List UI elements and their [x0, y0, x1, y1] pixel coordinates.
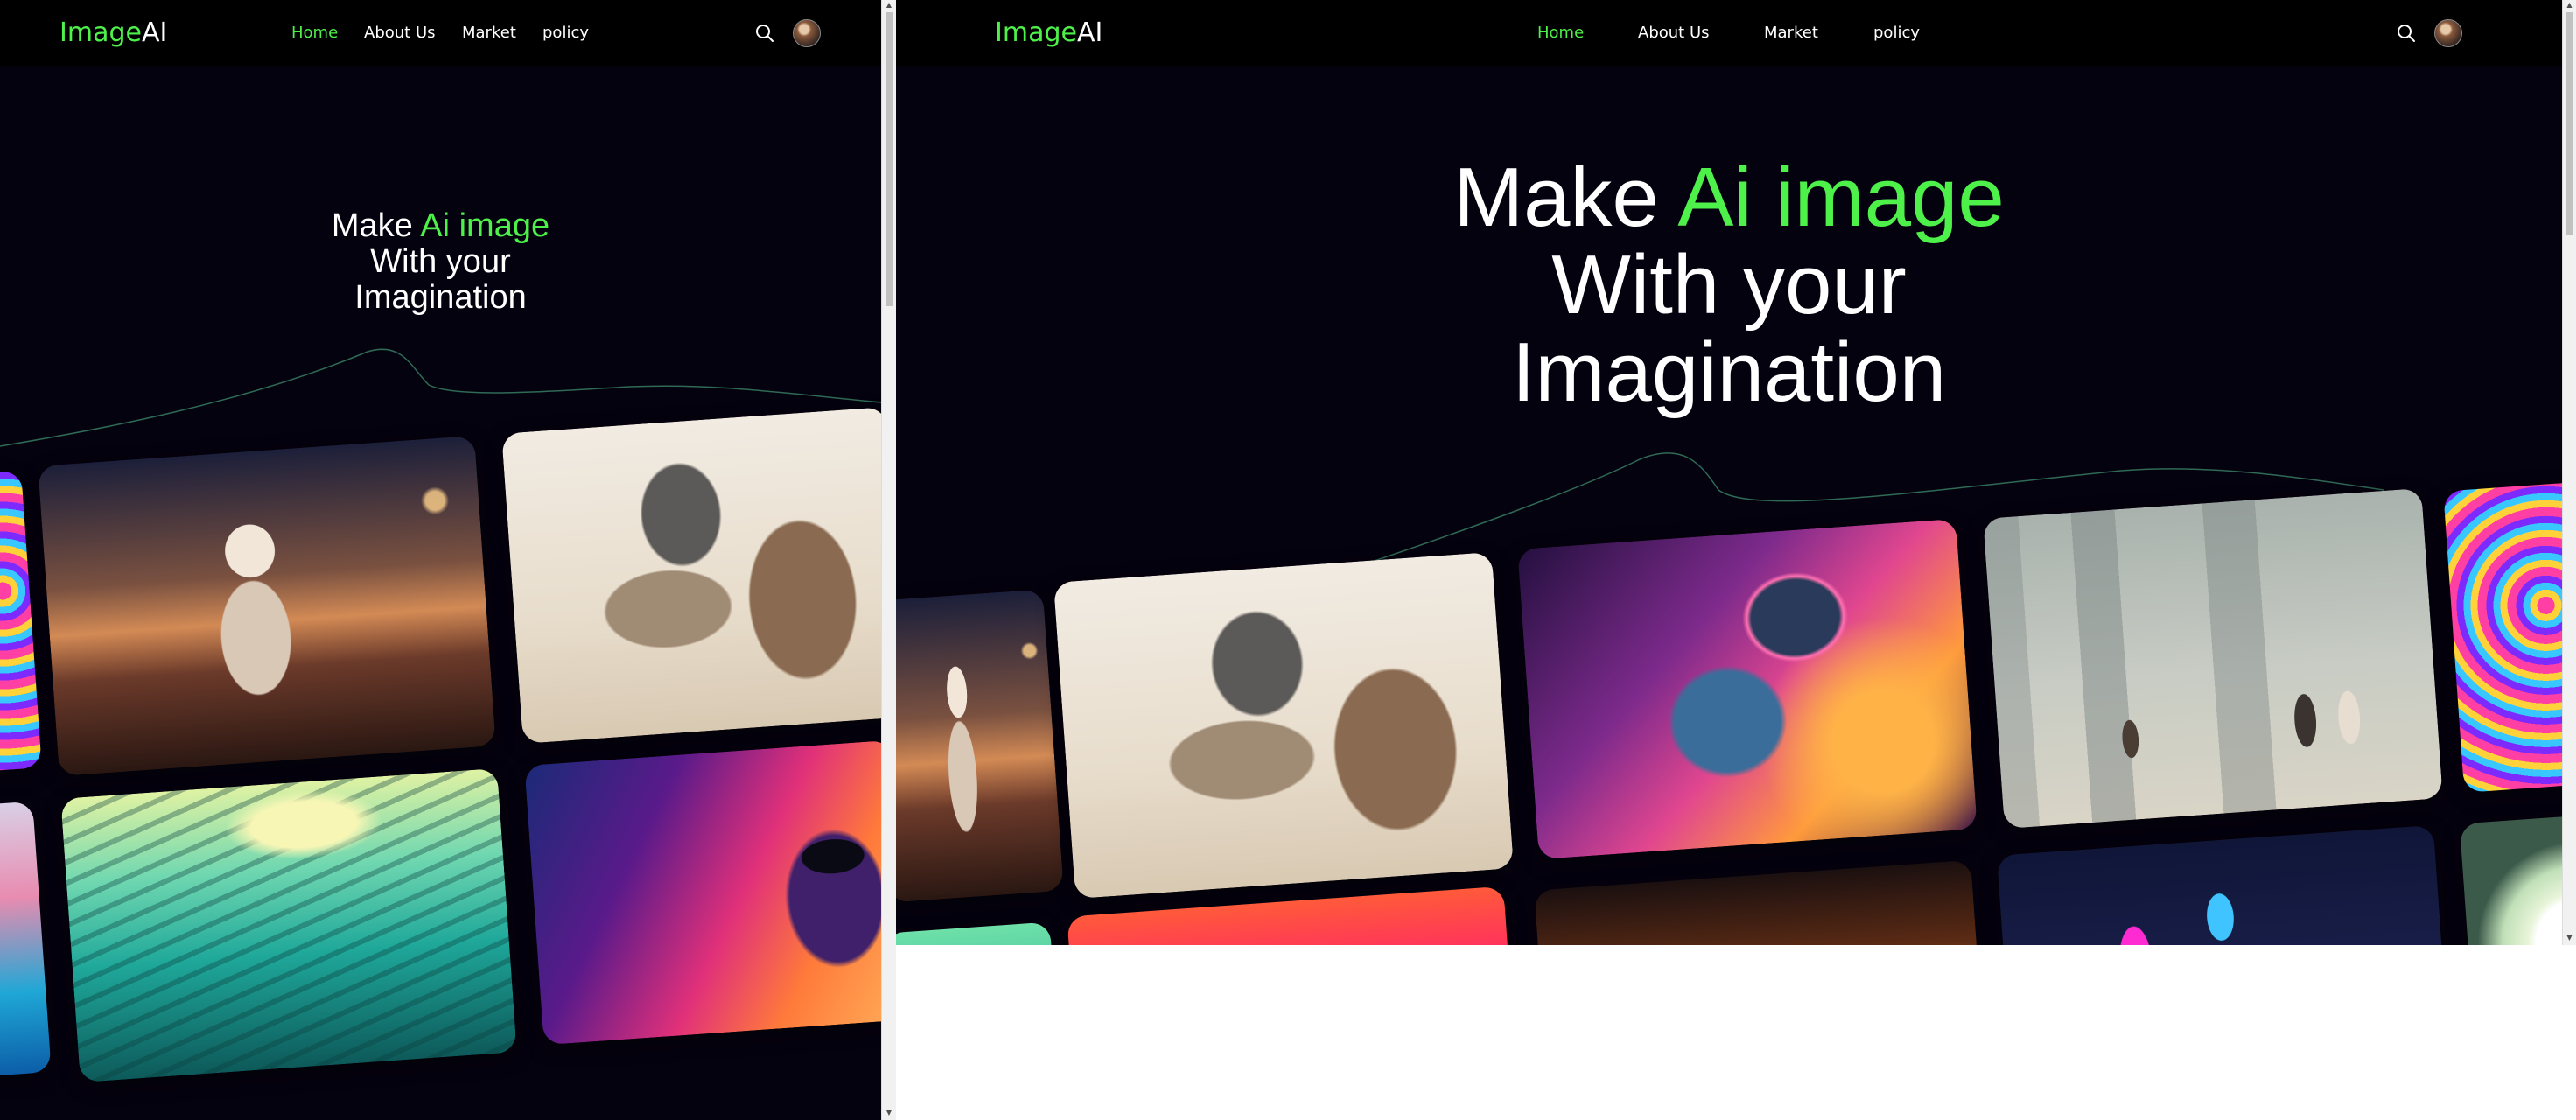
hero-line-3: Imagination [354, 279, 527, 316]
hero-line-1: Make Ai image [896, 154, 2562, 242]
user-avatar[interactable] [2434, 19, 2462, 47]
left-scroll-thumb[interactable] [886, 12, 893, 306]
nav-market[interactable]: Market [1764, 24, 1818, 42]
hero-make: Make [1453, 150, 1678, 244]
navbar: ImageAI Home About Us Market policy [896, 0, 2562, 66]
nav-about-us[interactable]: About Us [1638, 24, 1710, 42]
hero-accent: Ai image [420, 207, 550, 244]
gallery-image-swirl[interactable] [0, 470, 42, 773]
brand-logo-ai: AI [141, 18, 168, 48]
nav-home[interactable]: Home [1537, 24, 1584, 42]
navbar: ImageAI Home About Us Market policy [0, 0, 881, 66]
nav-home[interactable]: Home [291, 24, 338, 42]
scroll-up-arrow[interactable]: ▲ [2563, 0, 2576, 10]
gallery-image-mountain-face[interactable] [501, 407, 881, 744]
gallery-image-swirl[interactable] [2443, 480, 2562, 793]
nav-policy[interactable]: policy [1873, 24, 1920, 42]
gallery-image-teal[interactable] [896, 921, 1057, 945]
user-avatar[interactable] [793, 19, 821, 47]
gallery-image-astronaut-neon[interactable] [1517, 518, 1978, 860]
hero-accent: Ai image [1677, 150, 2005, 244]
brand-logo-image: Image [60, 18, 142, 48]
brand-logo[interactable]: ImageAI [995, 18, 1102, 48]
nav-market[interactable]: Market [462, 24, 516, 42]
brand-logo[interactable]: ImageAI [60, 18, 167, 48]
hero-headline: Make Ai image With your Imagination [0, 208, 881, 316]
hero-headline: Make Ai image With your Imagination [896, 154, 2562, 416]
gallery-image-blue-edge[interactable] [0, 801, 52, 1077]
hero-line-3: Imagination [1511, 326, 1947, 419]
brand-logo-ai: AI [1076, 18, 1103, 48]
gallery-image-astronaut-desert[interactable] [896, 589, 1064, 903]
hero-line-2: With your [1551, 238, 1907, 332]
scroll-down-arrow[interactable]: ▼ [882, 1108, 896, 1118]
gallery-image-green-valley[interactable] [60, 767, 517, 1083]
hero-line-2: With your [370, 243, 511, 280]
gallery-image-city-walk[interactable] [1983, 487, 2443, 830]
right-scrollbar[interactable]: ▲ ▼ [2562, 0, 2576, 945]
gallery-image-sunset[interactable] [1067, 886, 1513, 945]
hero-line-1: Make Ai image [0, 208, 881, 244]
scroll-down-arrow[interactable]: ▼ [2563, 933, 2576, 943]
left-scrollbar[interactable]: ▲ ▼ [881, 0, 896, 1120]
gallery-image-mountain-face[interactable] [1053, 551, 1515, 900]
gallery-image-smoke[interactable] [1534, 859, 1982, 945]
right-viewport: ImageAI Home About Us Market policy Make… [896, 0, 2562, 945]
brand-logo-image: Image [995, 18, 1077, 48]
gallery-image-white-swirl[interactable] [2459, 813, 2562, 945]
gallery-image-vr-neon[interactable] [524, 739, 881, 1046]
search-icon[interactable] [2396, 23, 2417, 44]
right-scroll-thumb[interactable] [2566, 12, 2573, 235]
hero-make: Make [331, 207, 421, 244]
gallery-image-cyberpunk[interactable] [1996, 824, 2447, 945]
nav-policy[interactable]: policy [542, 24, 589, 42]
search-icon[interactable] [754, 23, 775, 44]
gallery-image-astronaut-desert[interactable] [38, 435, 496, 777]
scroll-up-arrow[interactable]: ▲ [882, 0, 896, 10]
left-viewport: ImageAI Home About Us Market policy Make… [0, 0, 881, 1120]
nav-about-us[interactable]: About Us [364, 24, 436, 42]
